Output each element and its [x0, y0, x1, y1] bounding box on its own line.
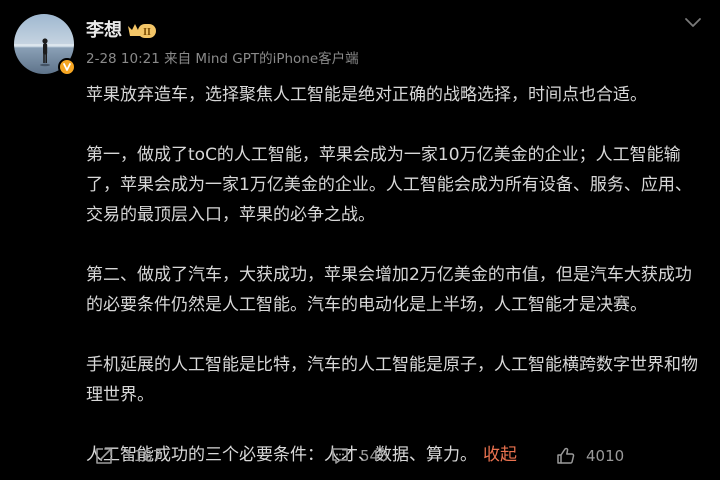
- post-paragraph: 苹果放弃造车，选择聚焦人工智能是绝对正确的战略选择，时间点也合适。: [86, 85, 647, 105]
- post-actions: 1187 545 4010: [0, 440, 720, 476]
- thumbs-up-icon: [557, 447, 575, 464]
- chevron-down-icon[interactable]: [684, 14, 702, 28]
- like-button[interactable]: 4010: [556, 446, 624, 466]
- repost-icon: [96, 448, 112, 464]
- like-count: 4010: [586, 447, 625, 465]
- post-paragraph: 第一，做成了toC的人工智能，苹果会成为一家10万亿美金的企业；人工智能输了，苹…: [86, 145, 692, 225]
- post-paragraph: 第二、做成了汽车，大获成功，苹果会增加2万亿美金的市值，但是汽车大获成功的必要条…: [86, 265, 692, 315]
- vip-crown-badge-icon[interactable]: II: [126, 21, 158, 41]
- repost-count: 1187: [124, 447, 163, 465]
- post-content: 苹果放弃造车，选择聚焦人工智能是绝对正确的战略选择，时间点也合适。 第一，做成了…: [86, 80, 706, 470]
- comment-icon: [332, 448, 348, 464]
- post-meta: 2-28 10:21 来自 Mind GPT的iPhone客户端: [86, 51, 359, 67]
- username[interactable]: 李想: [86, 20, 122, 42]
- comment-button[interactable]: 545: [330, 446, 389, 466]
- badge-level-text: II: [143, 27, 151, 38]
- post-paragraph: 手机延展的人工智能是比特，汽车的人工智能是原子，人工智能横跨数字世界和物理世界。: [86, 355, 698, 405]
- verified-icon: [58, 58, 76, 76]
- repost-button[interactable]: 1187: [94, 446, 162, 466]
- weibo-post: 李想 II 2-28 10:21 来自 Mind GPT的iPhone客户端 苹…: [0, 0, 720, 480]
- comment-count: 545: [360, 447, 389, 465]
